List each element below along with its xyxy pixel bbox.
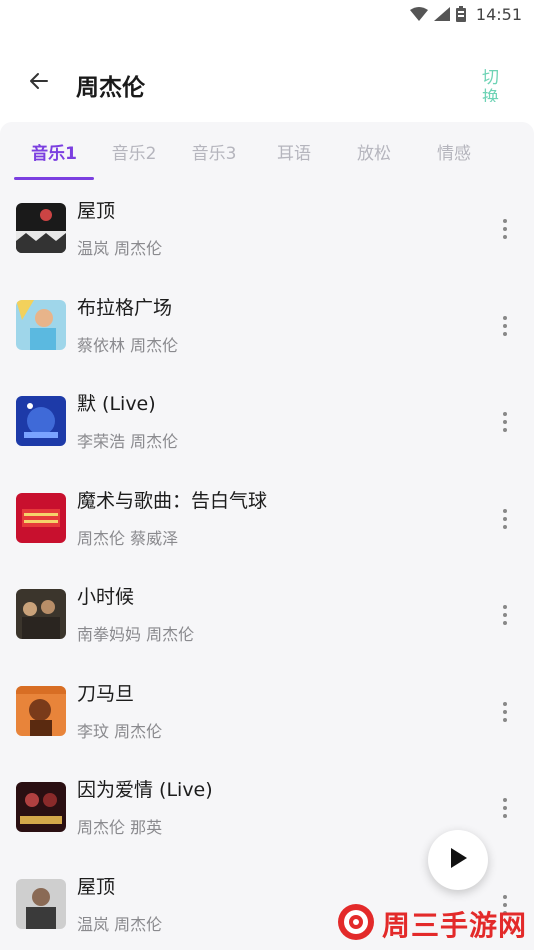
album-cover xyxy=(16,299,66,350)
more-options-button[interactable] xyxy=(494,212,516,246)
song-artist: 李荣浩 周杰伦 xyxy=(77,432,179,451)
song-row[interactable]: 魔术与歌曲：告白气球 周杰伦 蔡威泽 xyxy=(0,478,534,575)
watermark-text: 周三手游网 xyxy=(382,909,528,942)
watermark: 周三手游网 xyxy=(336,902,534,946)
song-artist: 周杰伦 蔡威泽 xyxy=(77,528,179,548)
tab-music-2[interactable]: 音乐2 xyxy=(94,122,174,180)
song-artist: 李玟 周杰伦 xyxy=(77,721,163,741)
album-cover xyxy=(16,492,66,543)
more-options-button[interactable] xyxy=(494,502,516,536)
more-options-button[interactable] xyxy=(494,791,516,825)
song-row[interactable]: 刀马旦 李玟 周杰伦 xyxy=(0,671,534,768)
switch-button[interactable]: 切换 xyxy=(482,68,504,102)
song-artist: 温岚 周杰伦 xyxy=(77,239,163,258)
arrow-left-icon xyxy=(29,71,49,95)
song-row[interactable]: 屋顶 温岚 周杰伦 xyxy=(0,188,534,285)
battery-icon xyxy=(455,6,466,22)
song-row[interactable]: 默 (Live) 李荣浩 周杰伦 xyxy=(0,381,534,478)
album-cover xyxy=(16,878,66,929)
song-artist: 周杰伦 那英 xyxy=(77,818,163,837)
song-artist: 温岚 周杰伦 xyxy=(77,914,163,934)
signal-icon xyxy=(433,7,450,21)
watermark-logo-icon xyxy=(336,902,376,946)
tab-music-1[interactable]: 音乐1 xyxy=(14,122,94,180)
song-title: 魔术与歌曲：告白气球 xyxy=(77,489,268,512)
song-title: 屋顶 xyxy=(77,200,116,222)
album-cover xyxy=(16,685,66,736)
back-button[interactable] xyxy=(22,66,56,100)
app-header: 周杰伦 切换 xyxy=(0,44,534,122)
song-artist: 南拳妈妈 周杰伦 xyxy=(77,625,195,644)
song-row[interactable]: 布拉格广场 蔡依林 周杰伦 xyxy=(0,285,534,382)
more-options-button[interactable] xyxy=(494,405,516,439)
tab-relax[interactable]: 放松 xyxy=(334,122,414,180)
tab-emotion[interactable]: 情感 xyxy=(414,122,494,180)
more-options-button[interactable] xyxy=(494,309,516,343)
more-options-button[interactable] xyxy=(494,695,516,729)
play-button[interactable] xyxy=(428,830,488,890)
play-icon xyxy=(448,847,468,873)
more-options-button[interactable] xyxy=(494,598,516,632)
tab-music-3[interactable]: 音乐3 xyxy=(174,122,254,180)
song-row[interactable]: 小时候 南拳妈妈 周杰伦 xyxy=(0,574,534,671)
status-bar: 14:51 xyxy=(0,0,534,28)
song-title: 布拉格广场 xyxy=(77,296,173,319)
album-cover xyxy=(16,782,66,832)
song-title: 因为爱情 (Live) xyxy=(77,779,213,801)
song-artist: 蔡依林 周杰伦 xyxy=(77,335,179,355)
album-cover xyxy=(16,589,66,639)
page-title: 周杰伦 xyxy=(76,75,145,101)
tab-whisper[interactable]: 耳语 xyxy=(254,122,334,180)
wifi-icon xyxy=(409,7,428,21)
song-title: 小时候 xyxy=(77,586,135,608)
song-title: 刀马旦 xyxy=(77,682,135,705)
song-title: 默 (Live) xyxy=(77,393,156,415)
album-cover xyxy=(16,203,66,253)
status-time: 14:51 xyxy=(475,4,522,24)
tab-bar: 音乐1 音乐2 音乐3 耳语 放松 情感 xyxy=(0,122,534,180)
content-panel: 音乐1 音乐2 音乐3 耳语 放松 情感 屋顶 温岚 周杰伦 布拉格广场 蔡依林… xyxy=(0,122,534,950)
song-title: 屋顶 xyxy=(77,875,116,898)
album-cover xyxy=(16,396,66,446)
